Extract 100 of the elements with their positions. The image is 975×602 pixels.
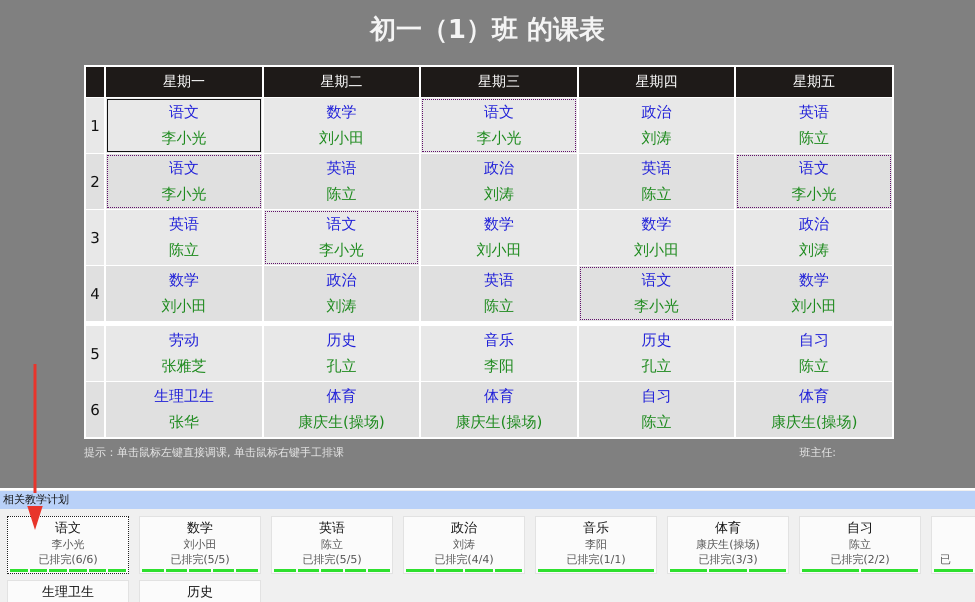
lesson-cell[interactable]: 英语 陈立 <box>580 155 734 208</box>
lesson-cell[interactable]: 语文 李小光 <box>580 267 734 320</box>
lesson-cell[interactable]: 语文 李小光 <box>107 155 261 208</box>
teacher-text: 康庆生(操场) <box>456 412 542 432</box>
teacher-text: 李小光 <box>161 184 206 204</box>
teacher-text: 刘涛 <box>326 296 356 316</box>
plan-card[interactable]: 英语 陈立 已排完(5/5) <box>271 516 393 574</box>
subject-text: 体育 <box>484 387 514 406</box>
lesson-cell[interactable]: 体育 康庆生(操场) <box>422 383 576 436</box>
teacher-text: 刘小田 <box>476 240 522 260</box>
lesson-cell[interactable]: 语文 李小光 <box>107 99 261 152</box>
teacher-text: 康庆生(操场) <box>696 537 760 552</box>
lesson-cell[interactable]: 历史 孔立 <box>580 327 734 380</box>
status-text: 已排完(4/4) <box>434 552 494 567</box>
column-header: 星期二 <box>264 67 420 97</box>
teacher-text: 李阳 <box>585 537 607 552</box>
plan-card[interactable]: 体育 康庆生(操场) 已排完(3/3) <box>667 516 789 574</box>
teacher-text: 刘小田 <box>184 537 216 552</box>
lesson-cell[interactable]: 语文 李小光 <box>422 99 576 152</box>
teacher-text: 陈立 <box>799 356 830 376</box>
subject-text: 音乐 <box>484 331 514 350</box>
subject-text: 政治 <box>484 159 514 178</box>
lesson-cell[interactable]: 体育 康庆生(操场) <box>264 383 418 436</box>
teacher-text: 陈立 <box>642 412 672 432</box>
teacher-text: 刘涛 <box>453 537 475 552</box>
lesson-cell[interactable]: 历史 孔立 <box>264 327 418 380</box>
header-corner <box>86 67 104 97</box>
teacher-text: 李阳 <box>484 356 514 376</box>
lesson-cell[interactable]: 政治 刘涛 <box>580 99 734 152</box>
subject-text: 数学 <box>799 271 830 290</box>
plan-card[interactable]: 音乐 李阳 已排完(1/1) <box>535 516 657 574</box>
lesson-cell[interactable]: 英语 陈立 <box>264 155 418 208</box>
subject-text: 政治 <box>642 103 672 122</box>
teacher-text: 陈立 <box>849 537 871 552</box>
plan-card[interactable]: 政治 刘涛 已排完(4/4) <box>403 516 525 574</box>
teacher-text: 刘小田 <box>634 240 680 260</box>
subject-text: 历史 <box>187 584 213 601</box>
lesson-cell[interactable]: 英语 陈立 <box>107 211 261 264</box>
lesson-cell[interactable]: 数学 刘小田 <box>580 211 734 264</box>
plan-card[interactable]: 已 <box>931 516 975 574</box>
teacher-text: 陈立 <box>484 296 514 316</box>
subject-text: 生理卫生 <box>42 584 94 601</box>
teacher-text: 刘小田 <box>161 296 206 316</box>
plan-card[interactable]: 自习 陈立 已排完(2/2) <box>799 516 921 574</box>
teacher-text: 李小光 <box>634 296 680 316</box>
teacher-text: 刘涛 <box>642 128 672 148</box>
subject-text: 自习 <box>847 520 873 537</box>
subject-text: 数学 <box>484 215 514 234</box>
lesson-cell[interactable]: 语文 李小光 <box>737 155 891 208</box>
period-number: 2 <box>86 154 104 209</box>
plan-card[interactable]: 历史 <box>139 580 261 602</box>
lesson-cell[interactable]: 劳动 张雅芝 <box>107 327 261 380</box>
teacher-text: 张华 <box>168 412 199 432</box>
plan-card[interactable]: 数学 刘小田 已排完(5/5) <box>139 516 261 574</box>
teacher-text: 康庆生(操场) <box>298 412 385 432</box>
lesson-cell[interactable]: 体育 康庆生(操场) <box>737 383 891 436</box>
subject-text: 数学 <box>642 215 672 234</box>
column-header: 星期三 <box>421 67 577 97</box>
status-text: 已排完(6/6) <box>38 552 98 567</box>
lesson-cell[interactable]: 音乐 李阳 <box>422 327 576 380</box>
period-number: 3 <box>86 210 104 265</box>
column-header: 星期一 <box>106 67 262 97</box>
teacher-text: 陈立 <box>326 184 356 204</box>
subject-text: 英语 <box>326 159 356 178</box>
head-teacher-label: 班主任: <box>799 445 836 460</box>
teacher-text: 李小光 <box>318 240 364 260</box>
lesson-cell[interactable]: 政治 刘涛 <box>737 211 891 264</box>
lesson-cell[interactable]: 自习 陈立 <box>580 383 734 436</box>
teacher-text: 李小光 <box>52 537 84 552</box>
subject-text: 数学 <box>187 520 213 537</box>
status-text: 已排完(1/1) <box>566 552 626 567</box>
teacher-text: 刘小田 <box>318 128 364 148</box>
subject-text: 英语 <box>642 159 672 178</box>
teacher-text: 李小光 <box>476 128 522 148</box>
lesson-cell[interactable]: 自习 陈立 <box>737 327 891 380</box>
teacher-text: 孔立 <box>326 356 356 376</box>
panel-title: 相关教学计划 <box>3 493 69 506</box>
status-text: 已排完(3/3) <box>698 552 758 567</box>
status-text: 已排完(2/2) <box>830 552 890 567</box>
plan-card[interactable]: 语文 李小光 已排完(6/6) <box>7 516 129 574</box>
lesson-cell[interactable]: 生理卫生 张华 <box>107 383 261 436</box>
lesson-cell[interactable]: 数学 刘小田 <box>422 211 576 264</box>
teacher-text: 刘涛 <box>484 184 514 204</box>
subject-text: 英语 <box>168 215 199 234</box>
lesson-cell[interactable]: 数学 刘小田 <box>264 99 418 152</box>
subject-text: 历史 <box>642 331 672 350</box>
teacher-text: 陈立 <box>642 184 672 204</box>
subject-text: 英语 <box>484 271 514 290</box>
plan-card[interactable]: 生理卫生 <box>7 580 129 602</box>
timetable-title: 初一（1）班 的课表 <box>370 14 606 47</box>
lesson-cell[interactable]: 语文 李小光 <box>264 211 418 264</box>
subject-text: 劳动 <box>168 331 199 350</box>
subject-text: 体育 <box>715 520 741 537</box>
subject-text: 历史 <box>326 331 356 350</box>
subject-text: 体育 <box>326 387 356 406</box>
teacher-text: 张雅芝 <box>161 356 206 376</box>
status-text: 已排完(5/5) <box>302 552 362 567</box>
lesson-cell[interactable]: 英语 陈立 <box>737 99 891 152</box>
subject-text: 数学 <box>168 271 199 290</box>
lesson-cell[interactable]: 政治 刘涛 <box>422 155 576 208</box>
